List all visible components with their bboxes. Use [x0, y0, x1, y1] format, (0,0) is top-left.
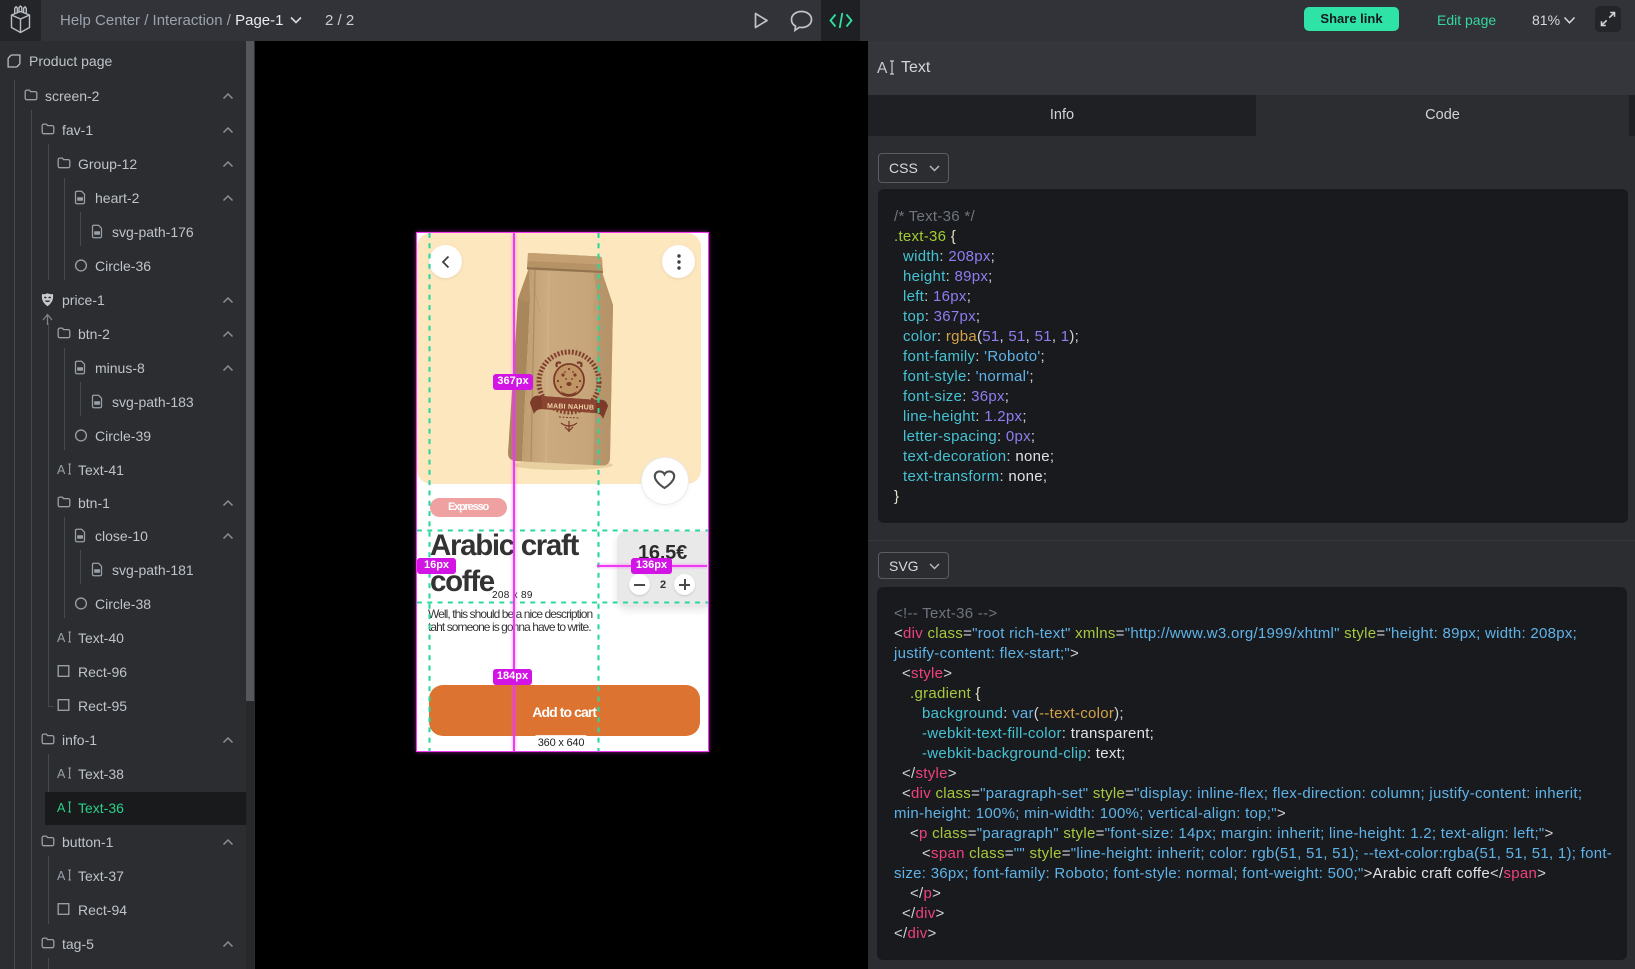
svg-text:A: A [877, 60, 888, 76]
svg-text:A: A [57, 463, 66, 476]
svg-text:A: A [57, 631, 66, 644]
svg-text:A: A [57, 767, 66, 780]
svg-text:A: A [57, 801, 66, 814]
svg-text:A: A [57, 869, 66, 882]
